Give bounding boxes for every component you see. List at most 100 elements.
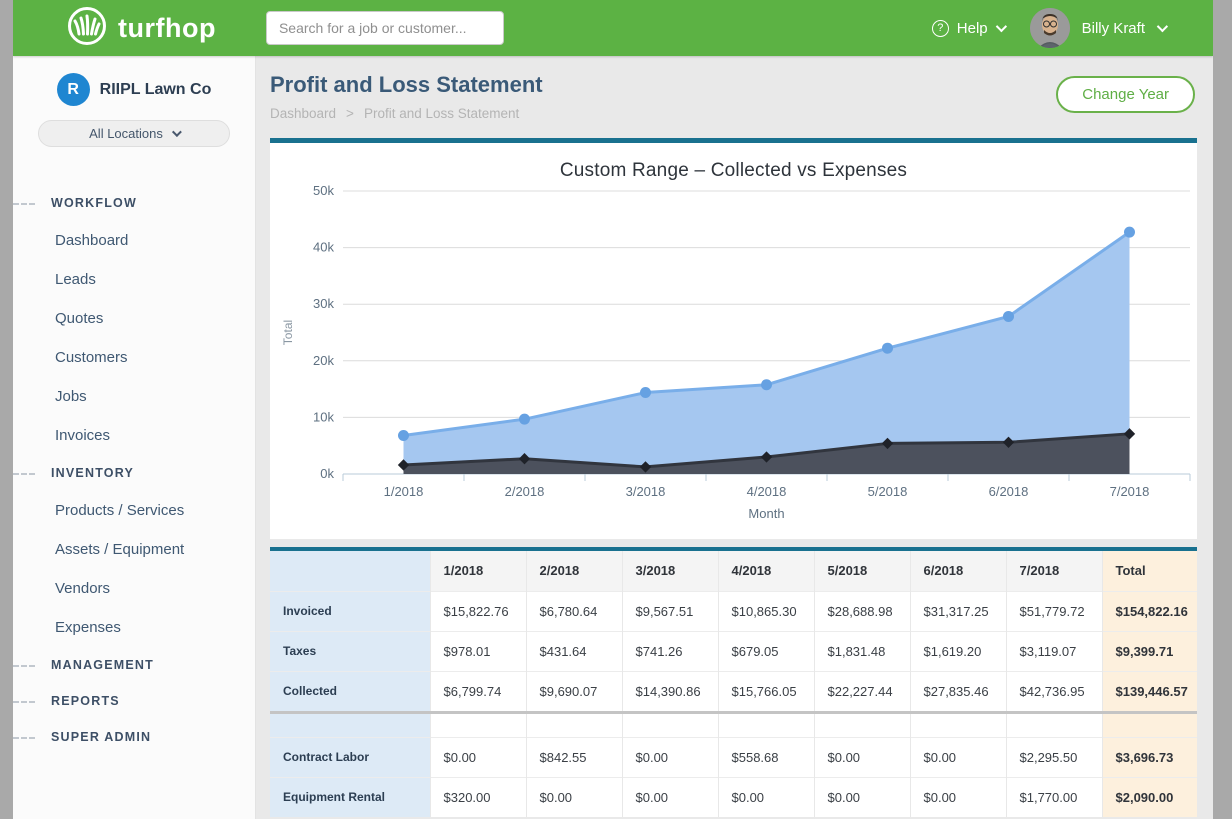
sidebar-item-customers[interactable]: Customers (13, 338, 255, 377)
row-total: $139,446.57 (1102, 671, 1197, 711)
column-header-2-2018: 2/2018 (526, 551, 622, 591)
chevron-down-icon (995, 21, 1006, 32)
x-tick-label: 3/2018 (626, 484, 666, 499)
cell-value: $558.68 (718, 737, 814, 777)
cell-value: $6,780.64 (526, 591, 622, 631)
turfhop-grass-icon (65, 4, 109, 53)
collected-data-point-marker[interactable] (519, 414, 530, 425)
pl-table: 1/20182/20183/20184/20185/20186/20187/20… (270, 551, 1197, 817)
cell-value: $42,736.95 (1006, 671, 1102, 711)
collected-data-point-marker[interactable] (640, 387, 651, 398)
row-total: $3,696.73 (1102, 737, 1197, 777)
sidebar-item-assets-equipment[interactable]: Assets / Equipment (13, 530, 255, 569)
spacer-cell (910, 714, 1006, 737)
left-scrollbar[interactable] (0, 0, 13, 819)
collected-data-point-marker[interactable] (882, 343, 893, 354)
y-tick-label: 10k (313, 409, 334, 424)
table-row-equipment-rental: Equipment Rental$320.00$0.00$0.00$0.00$0… (270, 777, 1197, 817)
help-label: Help (957, 20, 988, 37)
x-tick-label: 6/2018 (989, 484, 1029, 499)
chevron-down-icon (172, 127, 182, 137)
collected-data-point-marker[interactable] (1124, 227, 1135, 238)
spacer-cell (718, 714, 814, 737)
cell-value: $3,119.07 (1006, 631, 1102, 671)
sidebar-section-management[interactable]: MANAGEMENT (13, 647, 255, 683)
sidebar-item-vendors[interactable]: Vendors (13, 569, 255, 608)
collected-data-point-marker[interactable] (761, 379, 772, 390)
cell-value: $1,770.00 (1006, 777, 1102, 817)
sidebar-item-invoices[interactable]: Invoices (13, 416, 255, 455)
section-dash-icon (13, 203, 35, 205)
company-logo: R (57, 73, 90, 106)
spacer-cell (270, 714, 430, 737)
y-axis-label: Total (281, 320, 295, 345)
spacer-cell (526, 714, 622, 737)
column-header-total: Total (1102, 551, 1197, 591)
cell-value: $0.00 (526, 777, 622, 817)
chevron-down-icon (1157, 21, 1168, 32)
cell-value: $320.00 (430, 777, 526, 817)
column-header-7-2018: 7/2018 (1006, 551, 1102, 591)
cell-value: $51,779.72 (1006, 591, 1102, 631)
table-row-taxes: Taxes$978.01$431.64$741.26$679.05$1,831.… (270, 631, 1197, 671)
table-row-invoiced: Invoiced$15,822.76$6,780.64$9,567.51$10,… (270, 591, 1197, 631)
cell-value: $9,567.51 (622, 591, 718, 631)
app-logo[interactable]: turfhop (65, 4, 216, 53)
breadcrumb-dashboard[interactable]: Dashboard (270, 106, 336, 121)
company-header[interactable]: R RIIPL Lawn Co (13, 56, 255, 106)
breadcrumb-current: Profit and Loss Statement (364, 106, 519, 121)
column-header-6-2018: 6/2018 (910, 551, 1006, 591)
section-dash-icon (13, 737, 35, 739)
cell-value: $15,766.05 (718, 671, 814, 711)
spacer-cell (430, 714, 526, 737)
cell-value: $1,831.48 (814, 631, 910, 671)
y-tick-label: 20k (313, 353, 334, 368)
search-input[interactable] (266, 11, 504, 45)
x-tick-label: 2/2018 (505, 484, 545, 499)
cell-value: $31,317.25 (910, 591, 1006, 631)
sidebar-item-products-services[interactable]: Products / Services (13, 491, 255, 530)
cell-value: $0.00 (430, 737, 526, 777)
right-scrollbar[interactable] (1213, 0, 1232, 819)
y-tick-label: 50k (313, 184, 334, 198)
sidebar-section-workflow[interactable]: WORKFLOW (13, 185, 255, 221)
sidebar-item-jobs[interactable]: Jobs (13, 377, 255, 416)
chart-title: Custom Range – Collected vs Expenses (270, 143, 1197, 182)
sidebar-item-expenses[interactable]: Expenses (13, 608, 255, 647)
sidebar-item-quotes[interactable]: Quotes (13, 299, 255, 338)
spacer-cell (622, 714, 718, 737)
cell-value: $431.64 (526, 631, 622, 671)
sidebar-section-inventory[interactable]: INVENTORY (13, 455, 255, 491)
x-tick-label: 4/2018 (747, 484, 787, 499)
sidebar-section-super-admin[interactable]: SUPER ADMIN (13, 719, 255, 755)
cell-value: $0.00 (622, 777, 718, 817)
sidebar: R RIIPL Lawn Co All Locations WORKFLOWDa… (13, 56, 256, 819)
breadcrumb-separator-icon: > (346, 106, 354, 121)
sidebar-section-reports[interactable]: REPORTS (13, 683, 255, 719)
row-label: Taxes (270, 631, 430, 671)
collected-data-point-marker[interactable] (1003, 311, 1014, 322)
y-tick-label: 0k (320, 466, 334, 481)
cell-value: $679.05 (718, 631, 814, 671)
table-header-row: 1/20182/20183/20184/20185/20186/20187/20… (270, 551, 1197, 591)
cell-value: $741.26 (622, 631, 718, 671)
column-header-5-2018: 5/2018 (814, 551, 910, 591)
spacer-cell (1006, 714, 1102, 737)
avatar (1030, 8, 1070, 48)
row-label: Equipment Rental (270, 777, 430, 817)
location-selector[interactable]: All Locations (38, 120, 230, 147)
sidebar-item-dashboard[interactable]: Dashboard (13, 221, 255, 260)
y-tick-label: 30k (313, 296, 334, 311)
sidebar-item-leads[interactable]: Leads (13, 260, 255, 299)
table-row-contract-labor: Contract Labor$0.00$842.55$0.00$558.68$0… (270, 737, 1197, 777)
collected-data-point-marker[interactable] (398, 430, 409, 441)
row-label: Collected (270, 671, 430, 711)
breadcrumb: Dashboard > Profit and Loss Statement (270, 106, 1197, 121)
help-menu[interactable]: ? Help (932, 20, 1004, 37)
change-year-button[interactable]: Change Year (1056, 76, 1195, 113)
x-tick-label: 7/2018 (1110, 484, 1150, 499)
section-dash-icon (13, 701, 35, 703)
cell-value: $0.00 (910, 777, 1006, 817)
user-menu[interactable]: Billy Kraft (1030, 8, 1165, 48)
help-icon: ? (932, 20, 949, 37)
